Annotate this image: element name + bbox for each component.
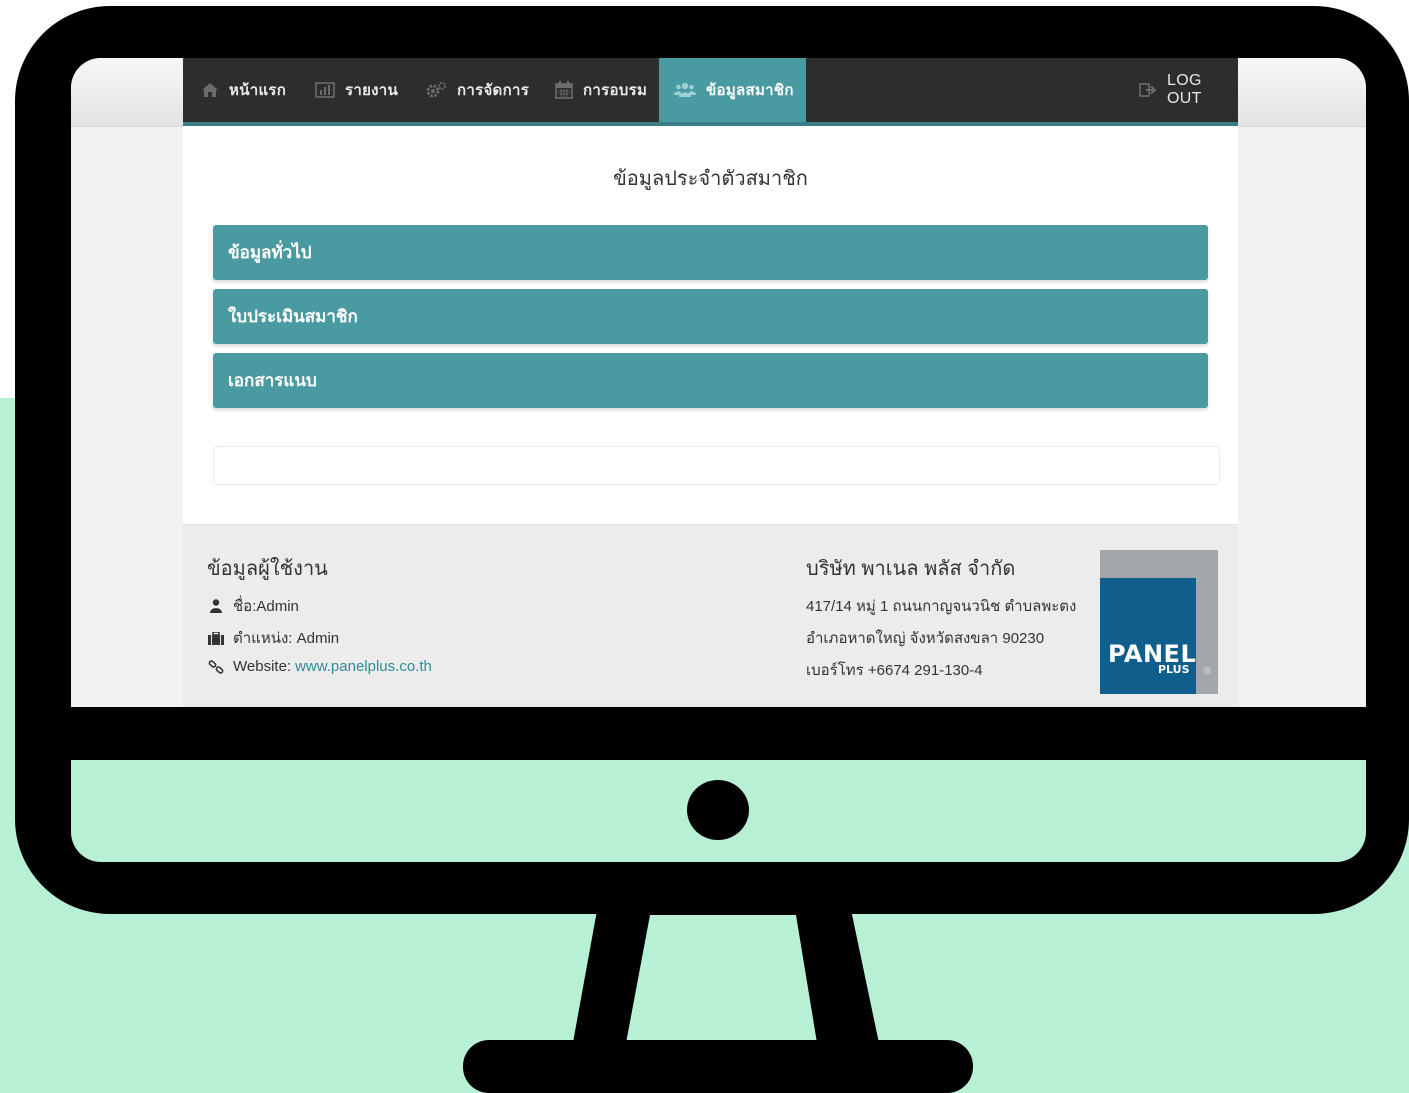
briefcase-icon [207, 631, 225, 645]
link-icon [207, 659, 225, 674]
logout-icon [1139, 82, 1157, 98]
nav-training-label: การอบรม [583, 82, 648, 99]
website-label: Website: [233, 658, 292, 675]
gears-icon [425, 81, 447, 99]
user-website-line: Website: www.panelplus.co.th [207, 658, 432, 675]
company-name: บริษัท พาเนล พลัส จำกัด [806, 558, 1016, 580]
nav-member-info[interactable]: ข้อมูลสมาชิก [659, 58, 806, 122]
company-address-line1: 417/14 หมู่ 1 ถนนกาญจนวนิช ตำบลพะตง [806, 598, 1077, 615]
section-general-info[interactable]: ข้อมูลทั่วไป [213, 225, 1208, 280]
website-link[interactable]: www.panelplus.co.th [295, 658, 432, 675]
user-position-line: ตำแหน่ง: Admin [207, 626, 339, 650]
monitor-logo-dot [687, 780, 749, 840]
section-general-info-label: ข้อมูลทั่วไป [228, 243, 312, 262]
content-panel [213, 446, 1220, 485]
user-name-line: ชื่อ:Admin [207, 594, 299, 618]
user-icon [207, 599, 225, 613]
bar-chart-icon [315, 82, 335, 98]
section-attachments-label: เอกสารแนบ [228, 371, 317, 390]
page-title: ข้อมูลประจำตัวสมาชิก [613, 168, 808, 190]
user-info-heading: ข้อมูลผู้ใช้งาน [207, 558, 328, 580]
calendar-icon [555, 81, 573, 99]
users-icon [674, 82, 696, 98]
section-member-evaluation[interactable]: ใบประเมินสมาชิก [213, 289, 1208, 344]
company-address-line2: อำเภอหาดใหญ่ จังหวัดสงขลา 90230 [806, 630, 1045, 647]
nav-home-label: หน้าแรก [229, 82, 287, 99]
logout-button[interactable]: LOG OUT [1135, 58, 1238, 122]
logo-subtext: PLUS [1158, 663, 1190, 676]
nav-reports[interactable]: รายงาน [311, 58, 402, 122]
home-icon [201, 82, 219, 98]
nav-member-info-label: ข้อมูลสมาชิก [706, 82, 794, 99]
logout-label: LOG OUT [1167, 72, 1202, 107]
nav-home[interactable]: หน้าแรก [197, 58, 290, 122]
nav-training[interactable]: การอบรม [551, 58, 651, 122]
nav-reports-label: รายงาน [345, 82, 399, 99]
user-position: ตำแหน่ง: Admin [233, 630, 340, 647]
web-page: หน้าแรก รายงาน การจัดการ การอบรม ข้อมูลส… [183, 58, 1238, 707]
user-name: ชื่อ:Admin [233, 598, 299, 615]
section-member-evaluation-label: ใบประเมินสมาชิก [228, 307, 358, 326]
stand-base [463, 1040, 973, 1093]
logo-blue-block [1100, 578, 1196, 694]
nav-management-label: การจัดการ [457, 82, 530, 99]
company-phone: เบอร์โทร +6674 291-130-4 [806, 662, 983, 679]
logo-registered-mark: ® [1204, 666, 1212, 677]
top-navbar: หน้าแรก รายงาน การจัดการ การอบรม ข้อมูลส… [183, 58, 1238, 126]
stand-neck-inner [626, 915, 817, 1043]
nav-management[interactable]: การจัดการ [421, 58, 533, 122]
panelplus-logo: PANEL PLUS ® [1100, 550, 1218, 694]
footer: ข้อมูลผู้ใช้งาน ชื่อ:Admin ตำแหน่ง: Admi… [183, 524, 1238, 707]
section-attachments[interactable]: เอกสารแนบ [213, 353, 1208, 408]
monitor-screen: หน้าแรก รายงาน การจัดการ การอบรม ข้อมูลส… [71, 58, 1366, 707]
